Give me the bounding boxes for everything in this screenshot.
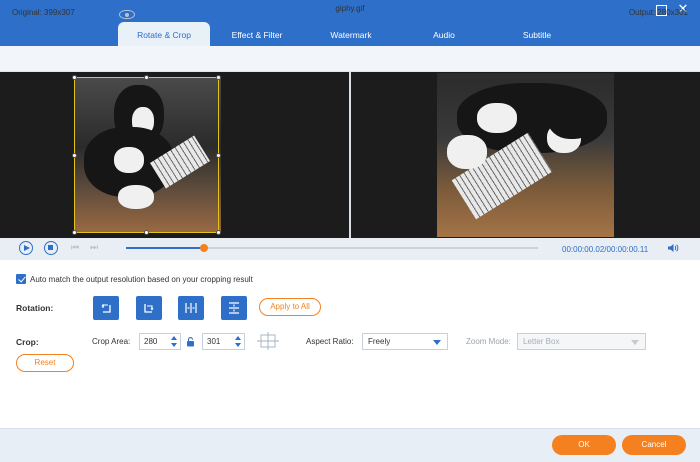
ok-button[interactable]: OK	[552, 435, 616, 455]
crop-width-value: 280	[144, 337, 158, 346]
crop-height-stepper[interactable]	[235, 335, 241, 349]
file-name: giphy.gif	[335, 4, 365, 13]
total-time: 00:00:00.11	[606, 245, 649, 254]
zoom-mode-value: Letter Box	[523, 337, 560, 346]
auto-match-checkbox[interactable]	[16, 274, 26, 284]
chevron-down-icon	[631, 340, 639, 345]
previous-frame-icon[interactable]: ⏮	[69, 242, 81, 254]
crop-height-input[interactable]: 301	[202, 333, 245, 350]
tab-subtitle[interactable]: Subtitle	[496, 22, 578, 46]
crop-handle-top-right[interactable]	[216, 75, 221, 80]
volume-icon[interactable]	[667, 243, 679, 253]
output-resolution: Output: 280x301	[628, 8, 688, 17]
crop-handle-bottom-left[interactable]	[72, 230, 77, 235]
aspect-ratio-value: Freely	[368, 337, 391, 346]
info-bar	[0, 46, 700, 72]
rotate-right-icon	[144, 304, 154, 313]
rotate-left-button[interactable]	[93, 296, 119, 320]
rotate-left-icon	[101, 303, 111, 313]
crop-handle-bottom-right[interactable]	[216, 230, 221, 235]
tab-rotate-crop[interactable]: Rotate & Crop	[118, 22, 210, 46]
flip-vertical-icon	[229, 302, 239, 314]
crop-label: Crop:	[16, 337, 39, 347]
crop-area-label: Crop Area:	[92, 337, 131, 346]
reset-button[interactable]: Reset	[16, 354, 74, 372]
chevron-down-icon	[433, 340, 441, 345]
zoom-mode-select[interactable]: Letter Box	[517, 333, 646, 350]
stop-icon[interactable]	[44, 241, 58, 255]
output-frame-image	[437, 73, 614, 237]
center-crop-icon[interactable]	[256, 331, 280, 351]
original-resolution: Original: 399x307	[12, 8, 75, 17]
aspect-ratio-label: Aspect Ratio:	[306, 337, 354, 346]
rotate-right-button[interactable]	[136, 296, 162, 320]
crop-handle-right[interactable]	[216, 153, 221, 158]
auto-match-label: Auto match the output resolution based o…	[30, 275, 253, 284]
crop-handle-left[interactable]	[72, 153, 77, 158]
eye-icon[interactable]	[119, 10, 135, 19]
crop-handle-bottom[interactable]	[144, 230, 149, 235]
crop-height-value: 301	[207, 337, 221, 346]
progress-track[interactable]	[126, 244, 538, 252]
tab-effect-filter[interactable]: Effect & Filter	[216, 22, 298, 46]
next-frame-icon[interactable]: ⏭	[88, 242, 100, 254]
current-time: 00:00:00.02	[562, 245, 605, 254]
flip-horizontal-icon	[185, 303, 197, 313]
rotation-label: Rotation:	[16, 303, 54, 313]
zoom-mode-label: Zoom Mode:	[466, 337, 511, 346]
crop-width-stepper[interactable]	[171, 335, 177, 349]
tab-audio[interactable]: Audio	[404, 22, 484, 46]
lock-icon[interactable]	[186, 337, 195, 347]
playback-time: 00:00:00.02/00:00:00.11	[562, 245, 648, 254]
tab-watermark[interactable]: Watermark	[310, 22, 392, 46]
cancel-button[interactable]: Cancel	[622, 435, 686, 455]
crop-width-input[interactable]: 280	[139, 333, 181, 350]
flip-vertical-button[interactable]	[221, 296, 247, 320]
flip-horizontal-button[interactable]	[178, 296, 204, 320]
crop-handle-top-left[interactable]	[72, 75, 77, 80]
play-icon[interactable]	[19, 241, 33, 255]
crop-handle-top[interactable]	[144, 75, 149, 80]
progress-fill	[126, 247, 205, 249]
apply-to-all-button[interactable]: Apply to All	[259, 298, 321, 316]
aspect-ratio-select[interactable]: Freely	[362, 333, 448, 350]
crop-frame[interactable]	[74, 77, 219, 233]
